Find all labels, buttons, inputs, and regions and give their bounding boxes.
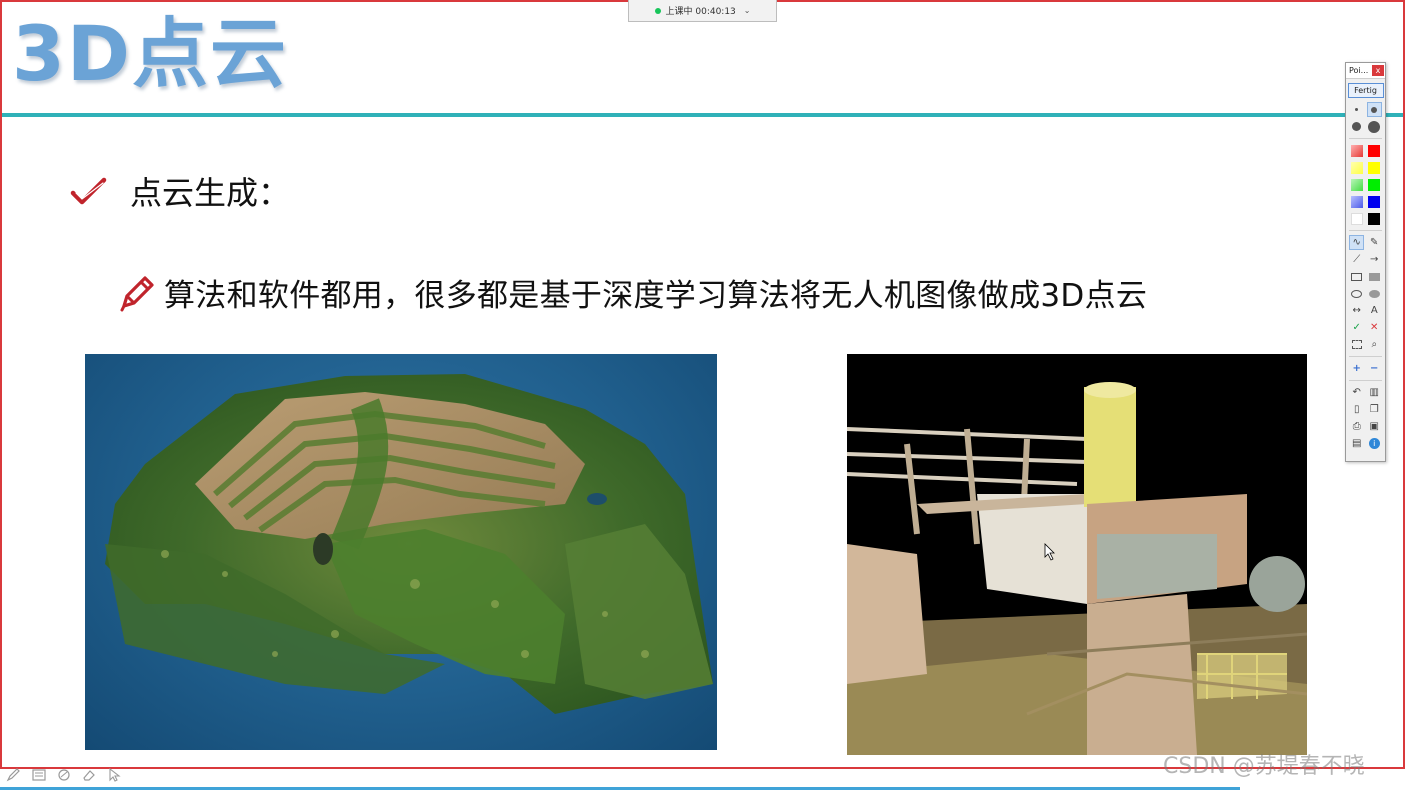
watermark: CSDN @苏堤春不晓 xyxy=(1163,754,1365,779)
color-blue-light[interactable] xyxy=(1349,194,1364,209)
palette-done-button[interactable]: Fertig xyxy=(1347,83,1384,98)
trash-icon[interactable]: ▥ xyxy=(1367,385,1382,400)
settings-icon[interactable]: ▤ xyxy=(1349,436,1364,451)
bullet1-text: 点云生成： xyxy=(130,174,291,212)
print-icon[interactable]: ⎙ xyxy=(1349,419,1364,434)
ellipse-tool-icon[interactable] xyxy=(1349,286,1364,301)
color-yellow[interactable] xyxy=(1367,160,1382,175)
laser-pointer-icon[interactable] xyxy=(56,768,72,782)
double-arrow-tool-icon[interactable]: ↔ xyxy=(1349,303,1364,318)
pen-icon[interactable] xyxy=(6,768,22,782)
drawing-tool-palette[interactable]: Poi... x Fertig ∿ ✎ ⟋ → ↔ A ✓ ✕ ⌕ + − ↶ … xyxy=(1345,62,1386,462)
rectangle-tool-icon[interactable] xyxy=(1349,269,1364,284)
live-status-dot xyxy=(654,7,661,14)
checkmark-tool-icon[interactable]: ✓ xyxy=(1349,320,1364,335)
pen-size-large-icon[interactable] xyxy=(1349,119,1364,134)
eraser-icon[interactable]: ✎ xyxy=(1367,235,1382,250)
color-green-light[interactable] xyxy=(1349,177,1364,192)
title-divider-right xyxy=(1386,113,1403,117)
line-tool-icon[interactable]: ⟋ xyxy=(1349,252,1364,267)
pen-size-xlarge-icon[interactable] xyxy=(1367,119,1382,134)
industrial-point-cloud-image xyxy=(847,354,1307,755)
color-red-light[interactable] xyxy=(1349,143,1364,158)
filled-ellipse-tool-icon[interactable] xyxy=(1367,286,1382,301)
color-red[interactable] xyxy=(1367,143,1382,158)
zoom-tool-icon[interactable]: ⌕ xyxy=(1367,337,1382,352)
check-icon xyxy=(70,177,107,205)
slides-icon[interactable] xyxy=(31,768,47,782)
title-divider xyxy=(2,113,1346,117)
pen-size-medium-icon[interactable] xyxy=(1366,102,1382,117)
freehand-pen-icon[interactable]: ∿ xyxy=(1349,235,1365,250)
color-white[interactable] xyxy=(1349,211,1364,226)
palette-titlebar[interactable]: Poi... x xyxy=(1346,63,1385,79)
pencil-icon xyxy=(120,275,154,311)
pen-size-small-icon[interactable] xyxy=(1349,102,1364,117)
selection-tool-icon[interactable] xyxy=(1349,337,1364,352)
save-icon[interactable]: ▣ xyxy=(1367,419,1382,434)
palette-title: Poi... xyxy=(1349,66,1369,75)
color-black[interactable] xyxy=(1367,211,1382,226)
bullet2-text: 算法和软件都用，很多都是基于深度学习算法将无人机图像做成3D点云 xyxy=(164,278,1148,314)
color-green[interactable] xyxy=(1367,177,1382,192)
undo-icon[interactable]: ↶ xyxy=(1349,385,1364,400)
minus-icon[interactable]: − xyxy=(1367,361,1382,376)
cross-tool-icon[interactable]: ✕ xyxy=(1367,320,1382,335)
info-icon[interactable]: i xyxy=(1367,436,1382,451)
palette-close-button[interactable]: x xyxy=(1372,65,1384,76)
plus-icon[interactable]: + xyxy=(1349,361,1364,376)
cursor-icon[interactable] xyxy=(106,768,122,782)
filled-rectangle-tool-icon[interactable] xyxy=(1367,269,1382,284)
aerial-point-cloud-image xyxy=(85,354,717,750)
new-page-icon[interactable]: ▯ xyxy=(1349,402,1364,417)
eraser-tool-icon[interactable] xyxy=(81,768,97,782)
color-yellow-light[interactable] xyxy=(1349,160,1364,175)
presentation-toolbar xyxy=(6,768,122,782)
arrow-tool-icon[interactable]: → xyxy=(1367,252,1382,267)
class-timer[interactable]: 上课中 00:40:13 ⌄ xyxy=(628,0,777,22)
bullet-algorithms: 算法和软件都用，很多都是基于深度学习算法将无人机图像做成3D点云 xyxy=(118,270,1147,315)
chevron-down-icon[interactable]: ⌄ xyxy=(744,6,751,15)
timer-label: 上课中 00:40:13 xyxy=(665,7,736,17)
color-blue[interactable] xyxy=(1367,194,1382,209)
bottom-progress-line xyxy=(0,787,1240,790)
text-tool-icon[interactable]: A xyxy=(1367,303,1382,318)
slide-title: 3D点云 xyxy=(12,9,288,98)
bullet-point-cloud-generation: 点云生成： xyxy=(70,168,290,214)
copy-icon[interactable]: ❐ xyxy=(1367,402,1382,417)
